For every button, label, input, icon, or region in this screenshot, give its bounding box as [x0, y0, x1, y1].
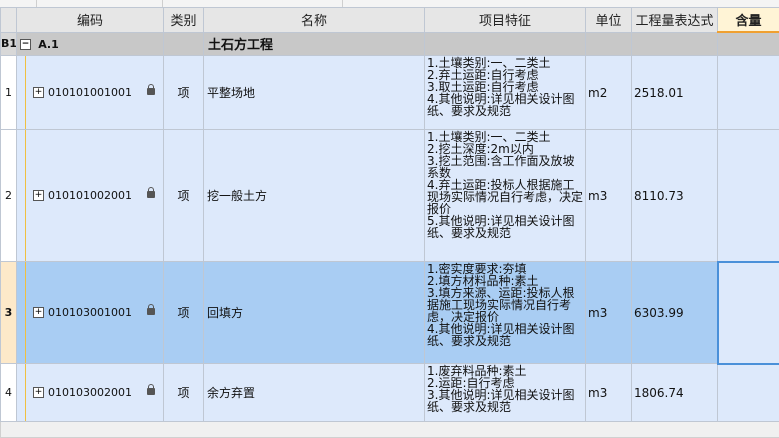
code-cell[interactable]: + 010101002001	[17, 130, 164, 262]
features-cell[interactable]: 1.土壤类别:一、二类土 2.挖土深度:2m以内 3.挖土范围:含工作面及放坡系…	[425, 130, 586, 262]
expression-cell[interactable]: 8110.73	[632, 130, 718, 262]
header-row: 编码 类别 名称 项目特征 单位 工程量表达式 含量	[1, 8, 779, 33]
item-code: 010101001001	[48, 87, 143, 99]
name-header[interactable]: 名称	[204, 8, 425, 33]
content-cell-active[interactable]	[718, 262, 779, 364]
type-header[interactable]: 类别	[164, 8, 204, 33]
unit-header[interactable]: 单位	[586, 8, 632, 33]
expression-cell[interactable]: 6303.99	[632, 262, 718, 364]
feature-line: 4.其他说明:详见相关设计图纸、要求及规范	[427, 93, 583, 117]
plus-box-icon[interactable]: +	[33, 190, 44, 201]
group-features-cell[interactable]	[425, 32, 586, 56]
item-code: 010101002001	[48, 190, 143, 202]
features-header[interactable]: 项目特征	[425, 8, 586, 33]
type-cell[interactable]: 项	[164, 262, 204, 364]
plus-box-icon[interactable]: +	[33, 307, 44, 318]
tree-guide-line	[25, 364, 26, 421]
group-row[interactable]: B1 − A.1 土石方工程	[1, 32, 779, 56]
tree-guide-line	[25, 130, 26, 261]
row-number-header	[1, 8, 17, 33]
feature-line: 3.填方来源、运距:投标人根据施工现场实际情况自行考虑，决定报价	[427, 287, 583, 323]
group-unit-cell[interactable]	[586, 32, 632, 56]
item-code: 010103001001	[48, 307, 143, 319]
code-header[interactable]: 编码	[17, 8, 164, 33]
features-cell[interactable]: 1.土壤类别:一、二类土 2.弃土运距:自行考虑 3.取土运距:自行考虑 4.其…	[425, 56, 586, 130]
name-cell[interactable]: 挖一般土方	[204, 130, 425, 262]
type-cell[interactable]: 项	[164, 364, 204, 422]
features-cell[interactable]: 1.密实度要求:夯填 2.填方材料品种:素土 3.填方来源、运距:投标人根据施工…	[425, 262, 586, 364]
plus-box-icon[interactable]: +	[33, 387, 44, 398]
row-number: 2	[1, 130, 17, 262]
table-row[interactable]: 2 + 010101002001 项 挖一般土方 1.土壤类别:一、二类土 2.…	[1, 130, 779, 262]
table-row[interactable]: 1 + 010101001001 项 平整场地 1.土壤类别:一、二类土 2.弃…	[1, 56, 779, 130]
unit-cell[interactable]: m2	[586, 56, 632, 130]
content-cell[interactable]	[718, 364, 779, 422]
lock-icon	[147, 308, 155, 315]
group-content-cell[interactable]	[718, 32, 779, 56]
group-code: A.1	[38, 38, 59, 51]
expression-cell[interactable]: 1806.74	[632, 364, 718, 422]
table-row-selected[interactable]: 3 + 010103001001 项 回填方 1.密实度要求:夯填 2.填方材料…	[1, 262, 779, 364]
feature-line: 3.其他说明:详见相关设计图纸、要求及规范	[427, 389, 583, 413]
row-number: 4	[1, 364, 17, 422]
type-cell[interactable]: 项	[164, 130, 204, 262]
name-cell[interactable]: 余方弃置	[204, 364, 425, 422]
strip-divider	[162, 0, 163, 7]
feature-line: 4.弃土运距:投标人根据施工现场实际情况自行考虑，决定报价	[427, 179, 583, 215]
strip-divider	[342, 0, 343, 7]
toolbar-strip	[0, 0, 779, 7]
tree-guide-line	[25, 56, 26, 129]
group-row-label: B1	[1, 32, 17, 56]
unit-cell[interactable]: m3	[586, 364, 632, 422]
code-cell[interactable]: + 010101001001	[17, 56, 164, 130]
name-cell[interactable]: 平整场地	[204, 56, 425, 130]
code-cell[interactable]: + 010103001001	[17, 262, 164, 364]
expression-cell[interactable]: 2518.01	[632, 56, 718, 130]
group-code-cell[interactable]: − A.1	[17, 32, 164, 56]
feature-line: 4.其他说明:详见相关设计图纸、要求及规范	[427, 323, 583, 347]
item-code: 010103002001	[48, 387, 143, 399]
unit-cell[interactable]: m3	[586, 262, 632, 364]
plus-box-icon[interactable]: +	[33, 87, 44, 98]
bill-of-quantities-grid: 编码 类别 名称 项目特征 单位 工程量表达式 含量 B1 − A.1 土石方工…	[0, 7, 779, 438]
name-cell[interactable]: 回填方	[204, 262, 425, 364]
minus-box-icon[interactable]: −	[20, 39, 31, 50]
row-number: 3	[1, 262, 17, 364]
tree-guide-line	[25, 262, 26, 363]
table-row[interactable]: 4 + 010103002001 项 余方弃置 1.废弃料品种:素土 2.运距:…	[1, 364, 779, 422]
feature-line: 3.挖土范围:含工作面及放坡系数	[427, 155, 583, 179]
group-name[interactable]: 土石方工程	[204, 32, 425, 56]
group-expr-cell[interactable]	[632, 32, 718, 56]
content-header[interactable]: 含量	[718, 8, 779, 33]
lock-icon	[147, 88, 155, 95]
content-cell[interactable]	[718, 130, 779, 262]
features-cell[interactable]: 1.废弃料品种:素土 2.运距:自行考虑 3.其他说明:详见相关设计图纸、要求及…	[425, 364, 586, 422]
feature-line: 5.其他说明:详见相关设计图纸、要求及规范	[427, 215, 583, 239]
lock-icon	[147, 191, 155, 198]
unit-cell[interactable]: m3	[586, 130, 632, 262]
grid-empty-space	[1, 422, 779, 438]
code-cell[interactable]: + 010103002001	[17, 364, 164, 422]
expression-header[interactable]: 工程量表达式	[632, 8, 718, 33]
strip-divider	[36, 0, 37, 7]
content-cell[interactable]	[718, 56, 779, 130]
type-cell[interactable]: 项	[164, 56, 204, 130]
row-number: 1	[1, 56, 17, 130]
lock-icon	[147, 388, 155, 395]
empty-area	[1, 422, 779, 438]
group-type-cell[interactable]	[164, 32, 204, 56]
